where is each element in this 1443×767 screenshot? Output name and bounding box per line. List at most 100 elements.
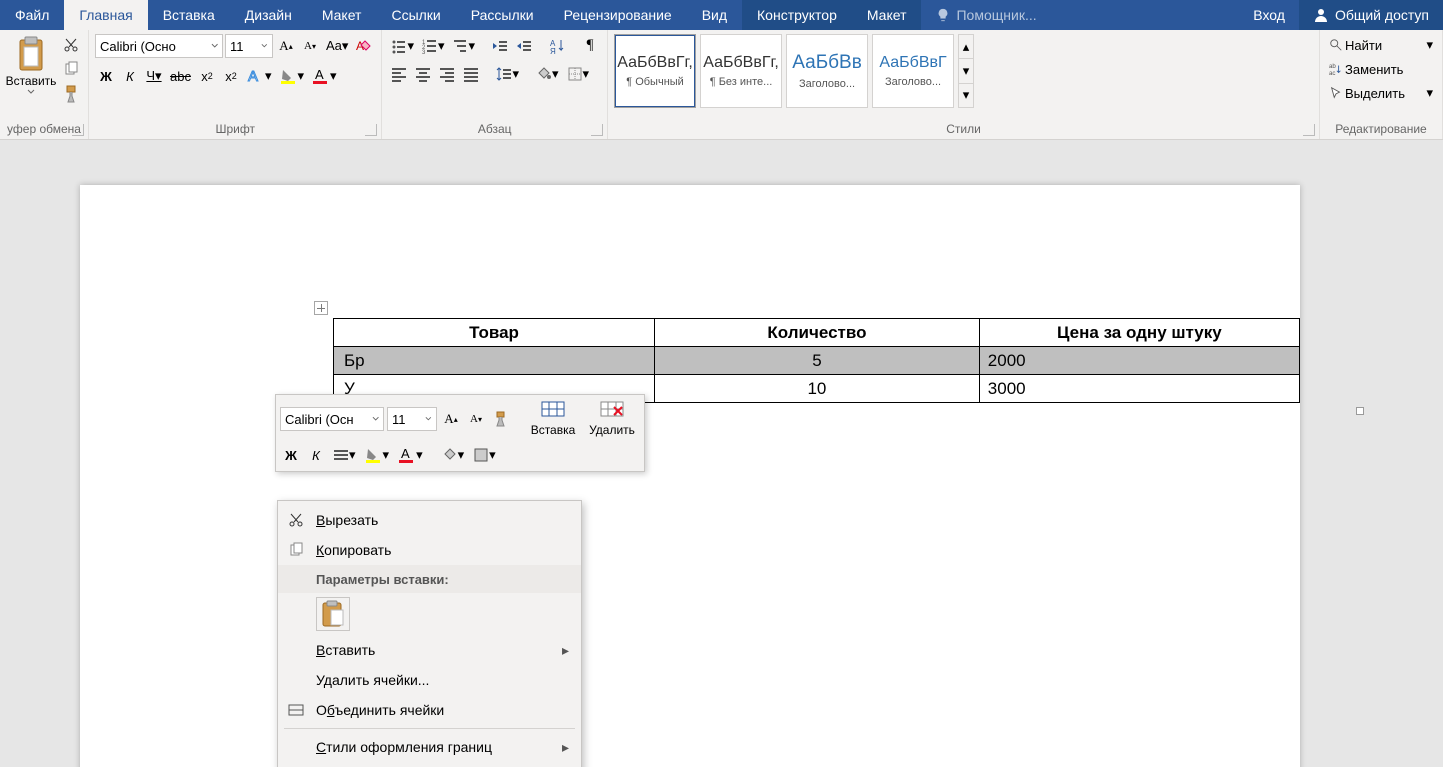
text-effects-button[interactable]: A▾ bbox=[244, 64, 275, 88]
format-painter-button[interactable] bbox=[60, 82, 82, 106]
replace-button[interactable]: abac Заменить bbox=[1326, 58, 1436, 80]
th-qty[interactable]: Количество bbox=[655, 319, 980, 347]
tab-references[interactable]: Ссылки bbox=[376, 0, 455, 30]
tab-table-layout[interactable]: Макет bbox=[852, 0, 922, 30]
style-no-spacing[interactable]: АаБбВвГг,¶ Без инте... bbox=[700, 34, 782, 108]
show-marks-button[interactable]: ¶ bbox=[579, 34, 601, 57]
multilevel-list-button[interactable]: ▾ bbox=[450, 35, 479, 57]
document-table[interactable]: Товар Количество Цена за одну штуку Бр 5… bbox=[333, 318, 1300, 403]
underline-button[interactable]: Ч▾ bbox=[143, 65, 165, 87]
mini-highlight[interactable]: ▾ bbox=[362, 443, 393, 467]
highlight-button[interactable]: ▾ bbox=[277, 64, 308, 88]
ctx-merge-cells[interactable]: Объединить ячейки bbox=[278, 695, 581, 725]
tab-layout[interactable]: Макет bbox=[307, 0, 377, 30]
mini-format-painter[interactable] bbox=[490, 408, 512, 430]
tab-file[interactable]: Файл bbox=[0, 0, 64, 30]
mini-font-combo[interactable] bbox=[280, 407, 384, 431]
cell-price[interactable]: 2000 bbox=[979, 347, 1299, 375]
group-font: A▴ A▾ Aa▾ A Ж К Ч▾ abc x2 x2 A▾ ▾ A▾ Шри… bbox=[89, 30, 382, 139]
ctx-text-direction[interactable]: A Направление текста... bbox=[278, 762, 581, 767]
style-heading2[interactable]: АаБбВвГЗаголово... bbox=[872, 34, 954, 108]
mini-bold[interactable]: Ж bbox=[280, 444, 302, 466]
clipboard-dialog-launcher[interactable] bbox=[72, 124, 84, 136]
scissors-icon bbox=[63, 37, 79, 53]
align-right-button[interactable] bbox=[436, 63, 458, 85]
mini-insert-button[interactable]: Вставка bbox=[525, 399, 581, 439]
mini-shading[interactable]: ▾ bbox=[439, 444, 468, 466]
table-resize-handle[interactable] bbox=[1356, 407, 1364, 415]
mini-delete-button[interactable]: Удалить bbox=[584, 399, 640, 439]
copy-button[interactable] bbox=[60, 58, 82, 80]
tab-table-design[interactable]: Конструктор bbox=[742, 0, 852, 30]
mini-borders[interactable]: ▾ bbox=[470, 444, 499, 466]
cell-qty[interactable]: 5 bbox=[655, 347, 980, 375]
line-spacing-button[interactable]: ▾ bbox=[493, 63, 522, 85]
mini-italic[interactable]: К bbox=[305, 444, 327, 466]
numbering-button[interactable]: 123▾ bbox=[419, 35, 448, 57]
style-normal[interactable]: АаБбВвГг,¶ Обычный bbox=[614, 34, 696, 108]
table-header-row[interactable]: Товар Количество Цена за одну штуку bbox=[334, 319, 1300, 347]
tab-mailings[interactable]: Рассылки bbox=[456, 0, 549, 30]
font-size-combo[interactable] bbox=[225, 34, 273, 58]
share-button[interactable]: Общий доступ bbox=[1299, 0, 1443, 30]
mini-grow-font[interactable]: A▴ bbox=[440, 408, 462, 430]
cell-name[interactable]: Бр bbox=[334, 347, 655, 375]
style-heading1[interactable]: АаБбВвЗаголово... bbox=[786, 34, 868, 108]
ctx-border-styles[interactable]: Стили оформления границ ▸ bbox=[278, 732, 581, 762]
clear-formatting-button[interactable]: A bbox=[353, 35, 375, 57]
document-viewport[interactable]: Товар Количество Цена за одну штуку Бр 5… bbox=[0, 140, 1443, 767]
cell-price[interactable]: 3000 bbox=[979, 375, 1299, 403]
tab-home[interactable]: Главная bbox=[64, 0, 147, 30]
tab-review[interactable]: Рецензирование bbox=[549, 0, 687, 30]
table-move-handle[interactable] bbox=[314, 301, 328, 315]
paste-button[interactable]: Вставить bbox=[6, 34, 56, 119]
borders-button[interactable]: ▾ bbox=[564, 63, 593, 85]
decrease-indent-button[interactable] bbox=[489, 35, 511, 57]
styles-dialog-launcher[interactable] bbox=[1303, 124, 1315, 136]
bucket-icon bbox=[442, 447, 458, 463]
styles-gallery-scroll[interactable]: ▴▾▾ bbox=[958, 34, 974, 108]
grow-font-button[interactable]: A▴ bbox=[275, 35, 297, 57]
strikethrough-button[interactable]: abc bbox=[167, 65, 194, 87]
sort-button[interactable]: АЯ bbox=[546, 35, 568, 57]
styles-gallery[interactable]: АаБбВвГг,¶ Обычный АаБбВвГг,¶ Без инте..… bbox=[614, 34, 974, 108]
sign-in[interactable]: Вход bbox=[1239, 0, 1299, 30]
mini-size-combo[interactable] bbox=[387, 407, 437, 431]
align-left-button[interactable] bbox=[388, 63, 410, 85]
italic-button[interactable]: К bbox=[119, 65, 141, 87]
increase-indent-button[interactable] bbox=[513, 35, 535, 57]
font-color-button[interactable]: A▾ bbox=[309, 64, 340, 88]
find-button[interactable]: Найти▾ bbox=[1326, 34, 1436, 56]
ctx-delete-cells[interactable]: Удалить ячейки... bbox=[278, 665, 581, 695]
font-name-combo[interactable] bbox=[95, 34, 223, 58]
ctx-copy[interactable]: Копировать bbox=[278, 535, 581, 565]
mini-shrink-font[interactable]: A▾ bbox=[465, 408, 487, 430]
page[interactable]: Товар Количество Цена за одну штуку Бр 5… bbox=[80, 185, 1300, 767]
superscript-button[interactable]: x2 bbox=[220, 65, 242, 87]
shrink-font-button[interactable]: A▾ bbox=[299, 35, 321, 57]
tab-view[interactable]: Вид bbox=[687, 0, 742, 30]
bold-button[interactable]: Ж bbox=[95, 65, 117, 87]
align-center-button[interactable] bbox=[412, 63, 434, 85]
shading-button[interactable]: ▾ bbox=[533, 63, 562, 85]
cell-qty[interactable]: 10 bbox=[655, 375, 980, 403]
bullets-button[interactable]: ▾ bbox=[388, 35, 417, 57]
th-product[interactable]: Товар bbox=[334, 319, 655, 347]
mini-font-color[interactable]: A▾ bbox=[395, 443, 426, 467]
select-button[interactable]: Выделить▾ bbox=[1326, 82, 1436, 104]
ctx-paste-keep-source[interactable] bbox=[316, 597, 350, 631]
ctx-insert[interactable]: Вставить ▸ bbox=[278, 635, 581, 665]
subscript-button[interactable]: x2 bbox=[196, 65, 218, 87]
tell-me-box[interactable]: Помощник... bbox=[921, 0, 1239, 30]
change-case-button[interactable]: Aa▾ bbox=[323, 35, 351, 57]
cut-button[interactable] bbox=[60, 34, 82, 56]
paragraph-dialog-launcher[interactable] bbox=[591, 124, 603, 136]
mini-align[interactable]: ▾ bbox=[330, 444, 359, 466]
ctx-cut[interactable]: Вырезать bbox=[278, 505, 581, 535]
font-dialog-launcher[interactable] bbox=[365, 124, 377, 136]
table-row[interactable]: Бр 5 2000 bbox=[334, 347, 1300, 375]
tab-insert[interactable]: Вставка bbox=[148, 0, 230, 30]
th-price[interactable]: Цена за одну штуку bbox=[979, 319, 1299, 347]
tab-design[interactable]: Дизайн bbox=[230, 0, 307, 30]
justify-button[interactable] bbox=[460, 63, 482, 85]
